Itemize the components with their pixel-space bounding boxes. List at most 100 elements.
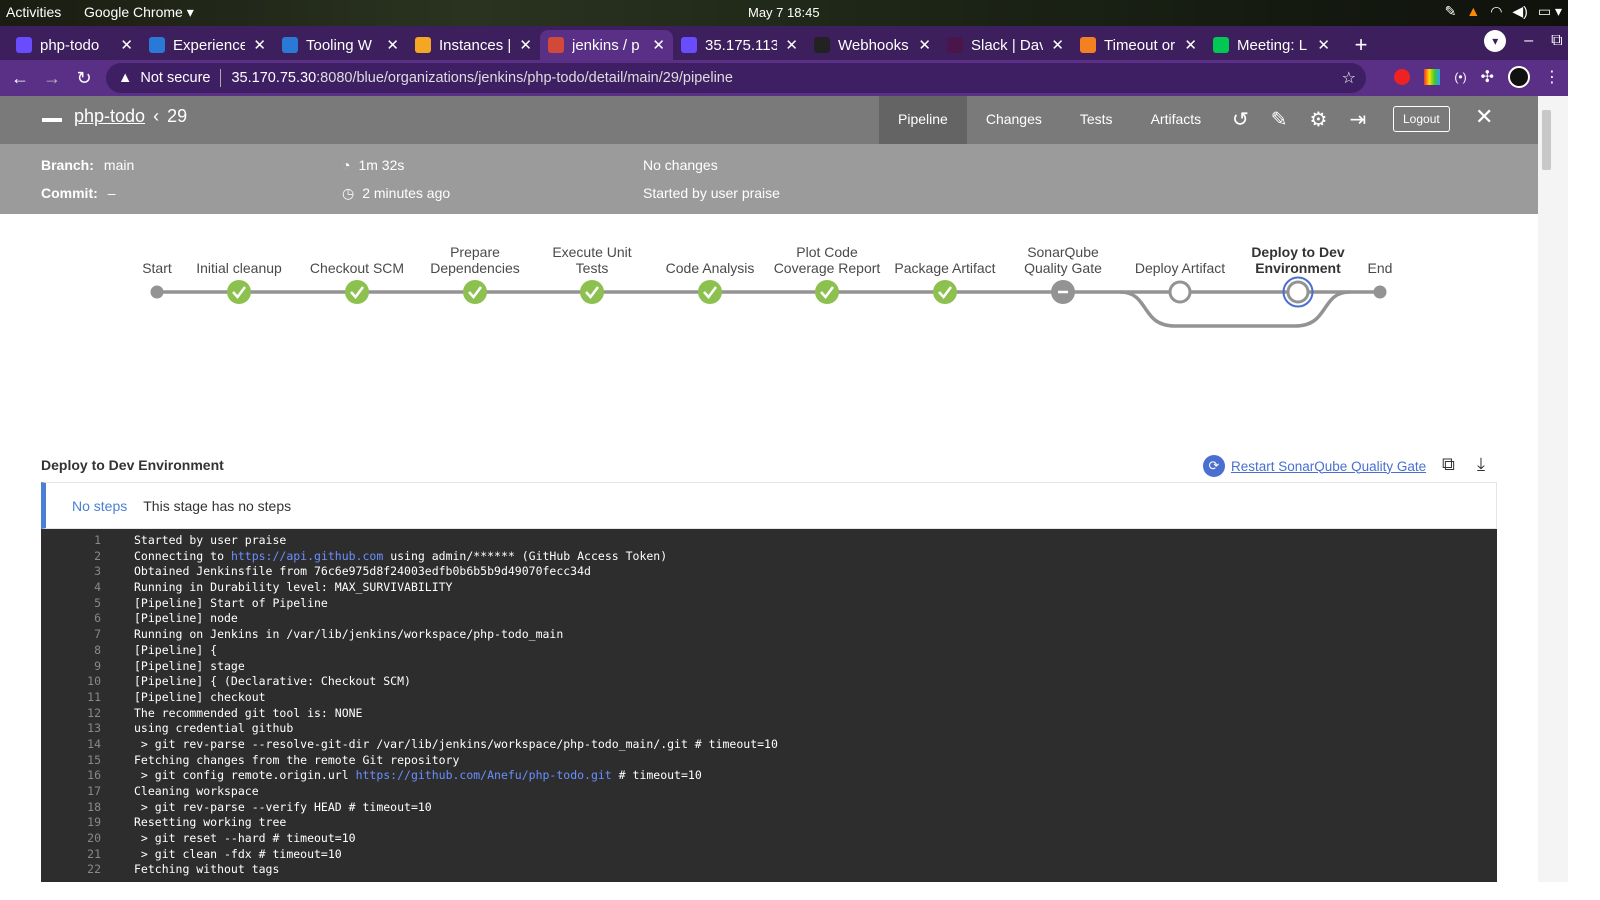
console-log[interactable]: 1 Started by user praise 2 Connecting to ht… [41, 529, 1497, 882]
tab-close-icon[interactable]: ✕ [652, 36, 665, 54]
log-line-number[interactable]: 20 [41, 831, 101, 847]
log-line-number[interactable]: 17 [41, 784, 101, 800]
stage-label[interactable]: Execute Unit Tests [542, 244, 642, 276]
stage-label[interactable]: Package Artifact [885, 260, 1005, 276]
system-tray[interactable]: ✎ ▲ ◠ ◀) ▭ ▾ [1445, 3, 1562, 20]
url-input[interactable]: ▲ Not secure 35.170.75.30:8080/blue/orga… [106, 63, 1366, 93]
browser-tab[interactable]: Webhooks ✕ [806, 30, 939, 60]
tab-close-icon[interactable]: ✕ [253, 36, 266, 54]
scrollbar[interactable] [1538, 96, 1568, 882]
vlc-icon[interactable]: ▲ [1466, 3, 1480, 20]
stage-label[interactable]: Start [127, 260, 187, 276]
tab-changes[interactable]: Changes [967, 96, 1061, 144]
stage-node[interactable] [1168, 280, 1192, 304]
back-icon[interactable]: ← [4, 68, 36, 89]
project-link[interactable]: php-todo [74, 106, 145, 127]
tab-close-icon[interactable]: ✕ [1051, 36, 1064, 54]
exit-icon[interactable]: ⇥ [1349, 107, 1366, 132]
log-line-number[interactable]: 9 [41, 659, 101, 675]
open-external-icon[interactable]: ⧉ [1442, 454, 1455, 475]
tab-close-icon[interactable]: ✕ [120, 36, 133, 54]
log-line-number[interactable]: 12 [41, 706, 101, 722]
new-tab-button[interactable]: + [1346, 30, 1376, 60]
clock[interactable]: May 7 18:45 [748, 5, 820, 20]
stage-label[interactable]: Plot Code Coverage Report [772, 244, 882, 276]
restart-stage-link[interactable]: ⟳ Restart SonarQube Quality Gate [1203, 455, 1426, 477]
log-line-number[interactable]: 5 [41, 596, 101, 612]
bookmark-star-icon[interactable]: ☆ [1342, 68, 1356, 88]
log-line-number[interactable]: 6 [41, 611, 101, 627]
volume-icon[interactable]: ◀) [1512, 3, 1527, 20]
stage-label[interactable]: Checkout SCM [297, 260, 417, 276]
minimize-icon[interactable]: – [1524, 32, 1533, 50]
battery-icon[interactable]: ▭ ▾ [1538, 3, 1562, 20]
log-line-number[interactable]: 11 [41, 690, 101, 706]
log-line-number[interactable]: 7 [41, 627, 101, 643]
tab-artifacts[interactable]: Artifacts [1132, 96, 1221, 144]
log-line-number[interactable]: 13 [41, 721, 101, 737]
log-line-number[interactable]: 22 [41, 862, 101, 878]
tab-close-icon[interactable]: ✕ [1184, 36, 1197, 54]
stage-node[interactable] [1282, 276, 1314, 308]
stage-node[interactable] [345, 280, 369, 304]
stage-node[interactable] [698, 280, 722, 304]
log-line-number[interactable]: 1 [41, 533, 101, 549]
tab-close-icon[interactable]: ✕ [386, 36, 399, 54]
notification-icon[interactable]: ✎ [1445, 3, 1457, 20]
puzzle-icon[interactable]: ✣ [1481, 67, 1494, 87]
log-line-number[interactable]: 18 [41, 800, 101, 816]
url-text[interactable]: 35.170.75.30:8080/blue/organizations/jen… [231, 70, 732, 86]
stage-node[interactable] [815, 280, 839, 304]
stage-label[interactable]: Deploy Artifact [1120, 260, 1240, 276]
log-line-number[interactable]: 4 [41, 580, 101, 596]
close-window-icon[interactable]: ✕ [1581, 31, 1594, 51]
wifi-icon[interactable]: ◠ [1490, 3, 1502, 20]
logout-button[interactable]: Logout [1393, 106, 1450, 132]
tab-close-icon[interactable]: ✕ [1317, 36, 1330, 54]
extension-color-icon[interactable] [1424, 69, 1441, 85]
log-line-number[interactable]: 19 [41, 815, 101, 831]
tab-pipeline[interactable]: Pipeline [879, 96, 967, 144]
stage-label[interactable]: Prepare Dependencies [425, 244, 525, 276]
edit-icon[interactable]: ✎ [1271, 107, 1288, 132]
log-line-number[interactable]: 21 [41, 847, 101, 863]
log-line-number[interactable]: 8 [41, 643, 101, 659]
restart-icon[interactable]: ⟳ [1203, 455, 1225, 477]
browser-tab[interactable]: Slack | Dav ✕ [939, 30, 1072, 60]
browser-tab[interactable]: Tooling W ✕ [274, 30, 407, 60]
stage-label[interactable]: Code Analysis [650, 260, 770, 276]
stage-node[interactable] [580, 280, 604, 304]
stage-label[interactable]: End [1350, 260, 1410, 276]
log-line-number[interactable]: 16 [41, 768, 101, 784]
close-icon[interactable]: ✕ [1475, 104, 1493, 130]
stage-node[interactable] [150, 285, 164, 299]
stage-node[interactable] [933, 280, 957, 304]
stage-node[interactable] [1373, 285, 1387, 299]
tab-tests[interactable]: Tests [1061, 96, 1132, 144]
stage-label[interactable]: Deploy to Dev Environment [1248, 244, 1348, 276]
log-link[interactable]: https://github.com/Anefu/php-todo.git [356, 768, 612, 782]
stage-node[interactable] [227, 280, 251, 304]
not-secure-label[interactable]: Not secure [140, 70, 210, 86]
tab-close-icon[interactable]: ✕ [918, 36, 931, 54]
forward-icon[interactable]: → [36, 68, 68, 89]
browser-tab[interactable]: 35.175.113 ✕ [673, 30, 806, 60]
log-line-number[interactable]: 3 [41, 564, 101, 580]
stage-label[interactable]: Initial cleanup [179, 260, 299, 276]
browser-tab[interactable]: Meeting: L ✕ [1205, 30, 1338, 60]
download-icon[interactable]: ⤓ [1477, 454, 1485, 475]
gear-icon[interactable]: ⚙ [1310, 107, 1328, 132]
log-link[interactable]: https://api.github.com [231, 549, 383, 563]
stage-label[interactable]: SonarQube Quality Gate [1013, 244, 1113, 276]
warning-icon[interactable]: ▲ [118, 70, 132, 86]
browser-tab[interactable]: php-todo ✕ [8, 30, 141, 60]
maximize-icon[interactable]: ⧉ [1551, 32, 1562, 50]
stage-node[interactable] [463, 280, 487, 304]
log-line-number[interactable]: 14 [41, 737, 101, 753]
activities-button[interactable]: Activities [6, 4, 61, 20]
profile-avatar[interactable] [1508, 66, 1530, 88]
app-menu[interactable]: Google Chrome ▾ [84, 4, 194, 21]
browser-tab[interactable]: Instances | ✕ [407, 30, 540, 60]
log-line-number[interactable]: 10 [41, 674, 101, 690]
log-line-number[interactable]: 15 [41, 753, 101, 769]
